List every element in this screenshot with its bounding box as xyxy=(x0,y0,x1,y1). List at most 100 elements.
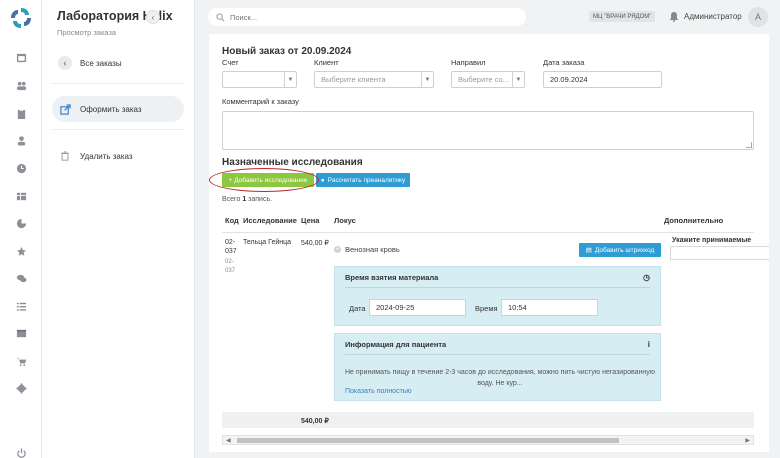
header-divider xyxy=(222,232,754,233)
account-select[interactable]: ▼ xyxy=(222,71,297,88)
col-extra[interactable]: Дополнительно xyxy=(664,216,723,225)
order-sidebar: Лаборатория Helix Просмотр заказа ‹ Все … xyxy=(42,0,195,458)
client-label: Клиент xyxy=(314,58,339,67)
delete-order-label: Удалить заказ xyxy=(80,151,133,161)
panel-divider xyxy=(345,287,650,288)
bell-icon[interactable] xyxy=(669,11,679,22)
plus-icon: + xyxy=(334,246,341,253)
clock-icon[interactable] xyxy=(15,162,27,174)
create-order-label: Оформить заказ xyxy=(80,104,142,114)
row-code-1: 02- xyxy=(225,239,236,246)
order-card: Новый заказ от 20.09.2024 Счет ▼ Клиент … xyxy=(209,34,769,452)
comment-textarea[interactable] xyxy=(222,111,754,150)
divider xyxy=(52,83,184,84)
box-icon[interactable] xyxy=(15,327,27,339)
collapse-sidebar-button[interactable]: ‹ xyxy=(146,10,160,24)
scroll-left-icon[interactable]: ◀ xyxy=(226,437,231,444)
cart-icon[interactable] xyxy=(15,355,27,367)
col-study[interactable]: Исследование xyxy=(243,216,297,225)
avatar[interactable]: А xyxy=(748,7,768,27)
account-label: Счет xyxy=(222,58,239,67)
power-icon[interactable] xyxy=(15,447,27,458)
row-price: 540,00 ₽ xyxy=(301,240,329,247)
chat-icon[interactable] xyxy=(15,272,27,284)
studies-title: Назначенные исследования xyxy=(222,157,363,168)
col-code[interactable]: Код xyxy=(225,216,239,225)
annotation-ellipse xyxy=(209,168,319,192)
pie-chart-icon[interactable] xyxy=(15,217,27,229)
referrer-placeholder: Выберите со... xyxy=(458,75,509,84)
row-locus[interactable]: + Венозная кровь xyxy=(334,245,400,254)
icon-rail xyxy=(0,0,42,458)
search-input[interactable] xyxy=(230,12,510,22)
divider xyxy=(52,129,184,130)
share-icon xyxy=(58,102,72,116)
info-icon: i xyxy=(647,340,650,349)
panel-divider xyxy=(345,354,650,355)
chevron-down-icon: ▼ xyxy=(512,72,524,87)
create-order-button[interactable]: Оформить заказ xyxy=(52,96,184,122)
total-price: 540,00 ₽ xyxy=(301,418,329,425)
comment-label: Комментарий к заказу xyxy=(222,97,299,106)
horizontal-scrollbar[interactable]: ◀ ▶ xyxy=(222,435,754,445)
users-icon[interactable] xyxy=(15,79,27,91)
list-icon[interactable] xyxy=(15,300,27,312)
clock-icon: ◷ xyxy=(643,273,650,282)
referrer-select[interactable]: Выберите со... ▼ xyxy=(451,71,525,88)
search-icon xyxy=(216,12,225,22)
user-name[interactable]: Администратор xyxy=(684,12,742,21)
chevron-down-icon: ▼ xyxy=(421,72,433,87)
order-title: Новый заказ от 20.09.2024 xyxy=(222,46,352,57)
organization-badge[interactable]: МЦ "ВРАЧИ РЯДОМ" xyxy=(589,11,656,22)
sampling-time-input[interactable]: 10:54 xyxy=(501,299,598,316)
table-icon[interactable] xyxy=(15,190,27,202)
delete-order-button[interactable]: Удалить заказ xyxy=(52,143,184,169)
extra-hint: Укажите принимаемые xyxy=(672,237,752,244)
order-date-label: Дата заказа xyxy=(543,58,585,67)
row-locus-label: Венозная кровь xyxy=(345,245,400,254)
drop-icon: ● xyxy=(320,176,325,184)
star-icon[interactable] xyxy=(15,245,27,257)
col-price[interactable]: Цена xyxy=(301,216,319,225)
scroll-right-icon[interactable]: ▶ xyxy=(745,437,750,444)
extra-input[interactable] xyxy=(670,246,769,260)
sampling-time-panel: Время взятия материала ◷ Дата 2024-09-25… xyxy=(334,266,661,326)
calc-preanalytics-label: Рассчитать преаналитику xyxy=(327,176,406,184)
col-locus[interactable]: Локус xyxy=(334,216,356,225)
calc-preanalytics-button[interactable]: ● Рассчитать преаналитику xyxy=(316,173,410,187)
chevron-left-icon: ‹ xyxy=(58,56,72,70)
all-orders-button[interactable]: ‹ Все заказы xyxy=(52,50,184,76)
row-code-sub-2: 037 xyxy=(225,268,236,274)
all-orders-label: Все заказы xyxy=(80,58,122,68)
app-subtitle: Просмотр заказа xyxy=(57,28,117,37)
client-placeholder: Выберите клиента xyxy=(321,75,386,84)
show-full-link[interactable]: Показать полностью xyxy=(345,388,412,395)
chevron-down-icon: ▼ xyxy=(284,72,296,87)
add-barcode-button[interactable]: ▤ Добавить штрихкод xyxy=(579,243,661,257)
sampling-title: Время взятия материала xyxy=(345,273,439,282)
resize-handle[interactable] xyxy=(746,142,752,148)
sampling-date-label: Дата xyxy=(349,304,366,313)
sampling-time-label: Время xyxy=(475,304,498,313)
patient-info-title: Информация для пациента xyxy=(345,340,447,349)
calendar-icon[interactable] xyxy=(15,51,27,63)
add-barcode-label: Добавить штрихкод xyxy=(594,246,655,254)
user-icon[interactable] xyxy=(15,134,27,146)
gear-icon[interactable] xyxy=(15,382,27,394)
records-count: Всего 1 запись. xyxy=(222,196,273,203)
row-code-sub-1: 02- xyxy=(225,259,234,265)
patient-info-panel: Информация для пациента i Не принимать п… xyxy=(334,333,661,401)
row-study: Тельца Гейнца xyxy=(243,239,292,246)
referrer-label: Направил xyxy=(451,58,486,67)
patient-info-text: Не принимать пищу в течение 2-3 часов до… xyxy=(345,369,656,387)
row-code-2: 037 xyxy=(225,248,237,255)
helix-logo[interactable] xyxy=(9,6,33,30)
clipboard-icon[interactable] xyxy=(15,107,27,119)
scrollbar-thumb[interactable] xyxy=(237,438,619,443)
client-select[interactable]: Выберите клиента ▼ xyxy=(314,71,434,88)
search-box[interactable] xyxy=(208,8,526,26)
trash-icon xyxy=(58,149,72,163)
sampling-date-input[interactable]: 2024-09-25 xyxy=(369,299,466,316)
order-date-input[interactable]: 20.09.2024 xyxy=(543,71,662,88)
barcode-icon: ▤ xyxy=(585,247,592,254)
